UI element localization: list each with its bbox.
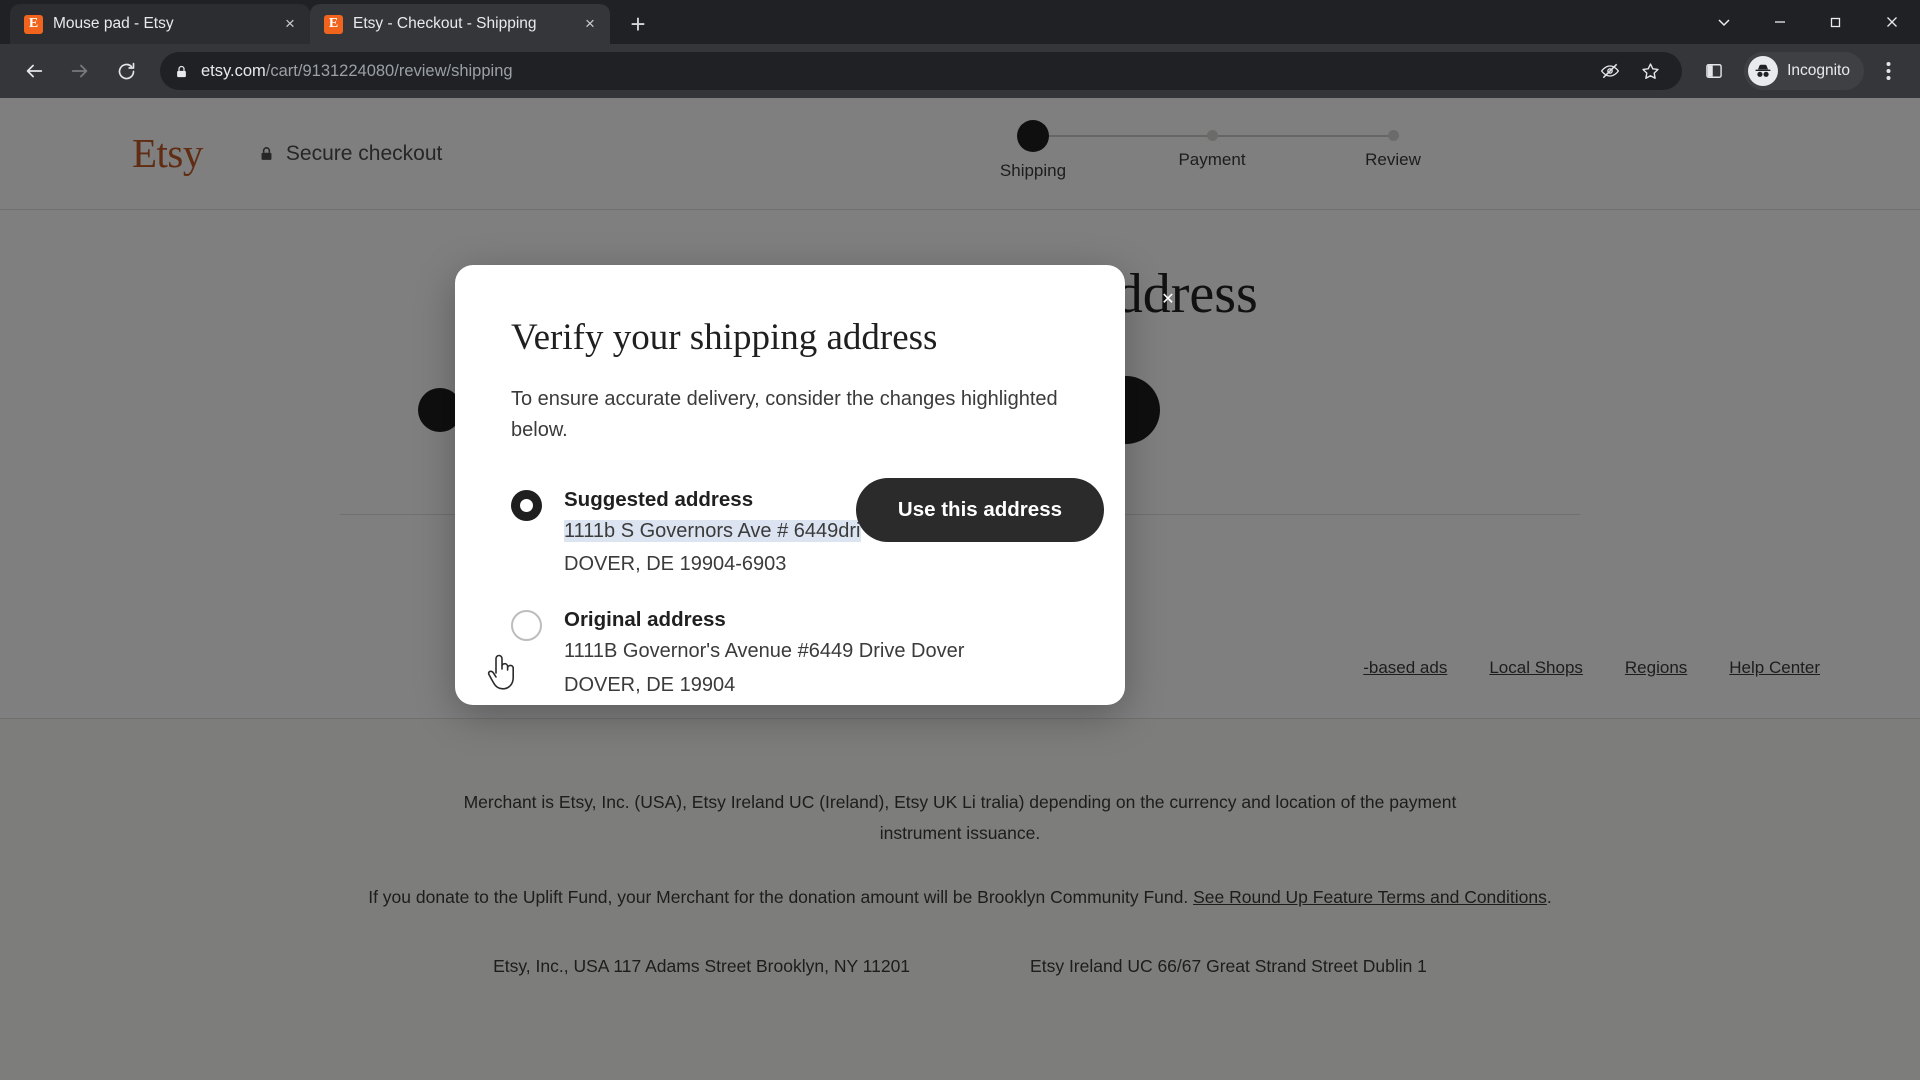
etsy-favicon-icon: E	[24, 14, 43, 34]
back-icon[interactable]	[14, 51, 54, 91]
hand-cursor-icon	[487, 655, 514, 690]
url-path: /cart/9131224080/review/shipping	[265, 61, 513, 80]
browser-window: E Mouse pad - Etsy × E Etsy - Checkout -…	[0, 0, 1920, 1080]
suggested-address-line1: 1111b S Governors Ave # 6449dri	[564, 517, 861, 545]
tab-close-icon[interactable]: ×	[578, 12, 602, 36]
original-address-line1: 1111B Governor's Avenue #6449 Drive Dove…	[564, 640, 965, 663]
new-tab-button[interactable]: +	[620, 6, 656, 42]
browser-tab-checkout-shipping[interactable]: E Etsy - Checkout - Shipping ×	[310, 4, 610, 44]
highlighted-text: 1111b S Governors Ave # 6449dri	[564, 519, 861, 542]
verify-address-modal: ✕ Verify your shipping address To ensure…	[455, 265, 1175, 705]
close-window-icon[interactable]	[1864, 0, 1920, 44]
address-options: Suggested address 1111b S Governors Ave …	[487, 477, 1104, 700]
side-panel-icon[interactable]	[1696, 53, 1732, 89]
tab-close-icon[interactable]: ×	[278, 12, 302, 36]
suggested-address-label: Suggested address	[564, 487, 754, 511]
url-host: etsy.com	[201, 61, 266, 80]
radio-suggested-address[interactable]	[511, 489, 542, 521]
etsy-favicon-icon: E	[324, 14, 343, 34]
original-address-line2: DOVER, DE 19904	[564, 673, 736, 696]
tab-title: Etsy - Checkout - Shipping	[353, 15, 537, 32]
tracking-protection-icon[interactable]	[1592, 53, 1628, 89]
original-address-label: Original address	[564, 608, 726, 632]
lock-icon	[174, 64, 189, 79]
radio-original-address[interactable]	[487, 610, 542, 690]
tab-search-chevron-down-icon[interactable]	[1696, 0, 1752, 44]
minimize-icon[interactable]	[1752, 0, 1808, 44]
incognito-avatar-icon	[1748, 56, 1779, 86]
browser-tab-mouse-pad[interactable]: E Mouse pad - Etsy ×	[10, 4, 310, 44]
bookmark-star-icon[interactable]	[1632, 53, 1668, 89]
browser-toolbar: etsy.com/cart/9131224080/review/shipping…	[0, 44, 1920, 98]
omnibox-actions	[1592, 53, 1668, 89]
modal-title: Verify your shipping address	[511, 317, 938, 358]
original-address-body: Original address 1111B Governor's Avenue…	[564, 608, 964, 699]
chrome-menu-icon[interactable]	[1870, 53, 1906, 89]
address-bar[interactable]: etsy.com/cart/9131224080/review/shipping	[160, 52, 1683, 90]
incognito-profile-button[interactable]: Incognito	[1744, 52, 1864, 90]
suggested-address-line2: DOVER, DE 19904-6903	[564, 552, 787, 575]
close-icon[interactable]: ✕	[1148, 279, 1188, 319]
window-controls	[1696, 0, 1920, 44]
reload-icon[interactable]	[106, 51, 146, 91]
modal-subtitle: To ensure accurate delivery, consider th…	[511, 387, 1058, 441]
use-this-address-button[interactable]: Use this address	[855, 477, 1104, 542]
address-option-original[interactable]: Original address 1111B Governor's Avenue…	[487, 608, 1069, 699]
tab-title: Mouse pad - Etsy	[53, 15, 174, 32]
tab-strip: E Mouse pad - Etsy × E Etsy - Checkout -…	[0, 0, 1920, 44]
incognito-label: Incognito	[1787, 62, 1850, 79]
maximize-icon[interactable]	[1808, 0, 1864, 44]
url-text: etsy.com/cart/9131224080/review/shipping	[201, 62, 513, 81]
forward-icon	[60, 51, 100, 91]
suggested-address-body: Suggested address 1111b S Governors Ave …	[564, 488, 861, 579]
